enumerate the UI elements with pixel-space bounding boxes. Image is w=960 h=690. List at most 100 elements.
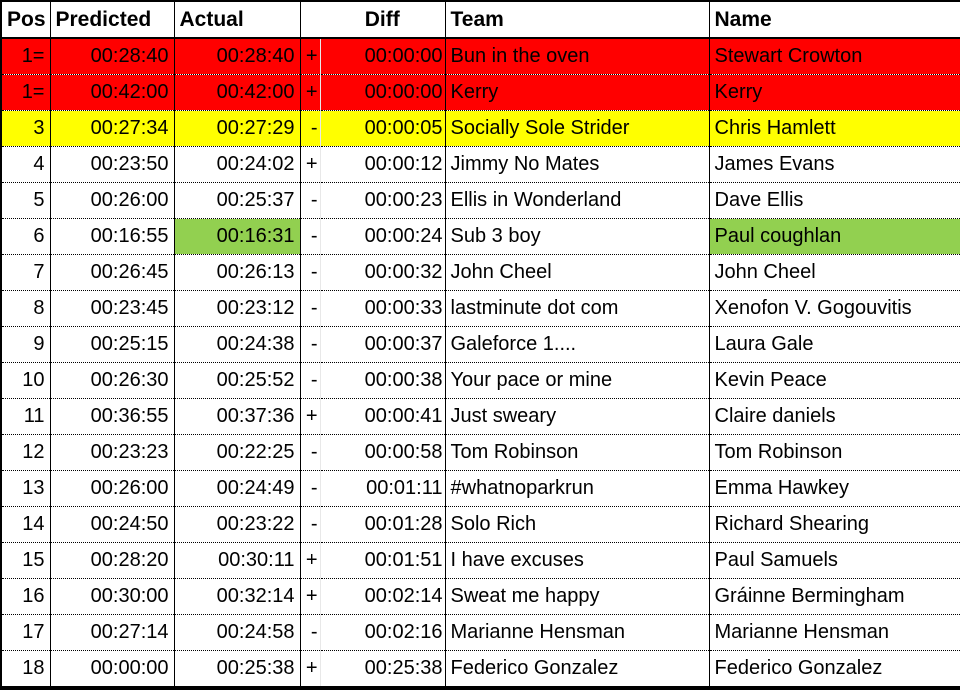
cell-diff-sign[interactable]: - [300,326,321,363]
cell-diff-sign[interactable]: - [300,218,321,255]
cell-actual[interactable]: 00:24:38 [174,326,301,363]
cell-position[interactable]: 13 [2,470,51,507]
cell-actual[interactable]: 00:30:11 [174,542,301,579]
table-row[interactable]: 5 00:26:00 00:25:37-00:00:23 Ellis in Wonde… [2,182,960,219]
table-row[interactable]: 11 00:36:55 00:37:36 +00:00:41 Just sweary Cl… [2,398,960,435]
cell-position[interactable]: 1= [2,38,51,75]
cell-name[interactable]: Stewart Crowton [709,38,960,75]
table-row[interactable]: 1= 00:42:00 00:42:00 +00:00:00 Kerry Kerry [2,74,960,111]
table-row[interactable]: 15 00:28:20 00:30:11 +00:01:51 I have excuse… [2,542,960,579]
table-row[interactable]: 12 00:23:23 00:22:25-00:00:58 Tom Robinson T… [2,434,960,471]
table-row[interactable]: 10 00:26:30 00:25:52-00:00:38 Your pace or … [2,362,960,399]
column-header-diff[interactable]: Diff [320,2,446,39]
cell-name[interactable]: Tom Robinson [709,434,960,471]
cell-predicted[interactable]: 00:23:50 [50,146,175,183]
cell-position[interactable]: 1= [2,74,51,111]
column-header-diff-sign[interactable] [300,2,320,39]
cell-name[interactable]: John Cheel [709,254,960,291]
cell-predicted[interactable]: 00:42:00 [50,74,175,111]
cell-predicted[interactable]: 00:26:00 [50,182,175,219]
cell-actual[interactable]: 00:42:00 [174,74,301,111]
cell-team[interactable]: Socially Sole Strider [445,110,710,147]
cell-diff[interactable]: 00:00:00 [320,38,446,75]
cell-diff[interactable]: 00:00:33 [320,290,446,327]
cell-actual[interactable]: 00:27:29 [174,110,301,147]
cell-diff[interactable]: 00:00:32 [320,254,446,291]
cell-diff-sign[interactable]: + [300,398,321,435]
cell-actual[interactable]: 00:37:36 [174,398,301,435]
cell-team[interactable]: Just sweary [445,398,710,435]
cell-diff-sign[interactable]: - [300,110,321,147]
cell-actual[interactable]: 00:28:40 [174,38,301,75]
cell-position[interactable]: 8 [2,290,51,327]
cell-position[interactable]: 17 [2,614,51,651]
cell-name[interactable]: Marianne Hensman [709,614,960,651]
cell-actual[interactable]: 00:24:58 [174,614,301,651]
cell-name[interactable]: Emma Hawkey [709,470,960,507]
cell-diff[interactable]: 00:01:51 [320,542,446,579]
cell-team[interactable]: Jimmy No Mates [445,146,710,183]
cell-predicted[interactable]: 00:16:55 [50,218,175,255]
cell-predicted[interactable]: 00:27:34 [50,110,175,147]
cell-name[interactable]: Paul Samuels [709,542,960,579]
cell-diff-sign[interactable]: + [300,146,321,183]
cell-predicted[interactable]: 00:23:23 [50,434,175,471]
table-row[interactable]: 14 00:24:50 00:23:22-00:01:28 Solo Rich Rich… [2,506,960,543]
cell-diff[interactable]: 00:00:05 [320,110,446,147]
cell-diff[interactable]: 00:00:37 [320,326,446,363]
cell-position[interactable]: 4 [2,146,51,183]
cell-actual[interactable]: 00:32:14 [174,578,301,615]
table-row[interactable]: 3 00:27:34 00:27:29-00:00:05 Socially Sole … [2,110,960,147]
column-header-actual[interactable]: Actual [174,2,301,39]
cell-actual[interactable]: 00:26:13 [174,254,301,291]
cell-diff-sign[interactable]: + [300,578,321,615]
cell-team[interactable]: Sweat me happy [445,578,710,615]
table-row[interactable]: 4 00:23:50 00:24:02 +00:00:12 Jimmy No Mates… [2,146,960,183]
cell-diff-sign[interactable]: - [300,362,321,399]
cell-name[interactable]: Gráinne Bermingham [709,578,960,615]
cell-position[interactable]: 3 [2,110,51,147]
cell-team[interactable]: #whatnoparkrun [445,470,710,507]
cell-team[interactable]: Solo Rich [445,506,710,543]
cell-diff[interactable]: 00:00:12 [320,146,446,183]
cell-diff[interactable]: 00:00:41 [320,398,446,435]
cell-diff-sign[interactable]: + [300,542,321,579]
cell-diff-sign[interactable]: - [300,470,321,507]
cell-team[interactable]: Sub 3 boy [445,218,710,255]
cell-predicted[interactable]: 00:36:55 [50,398,175,435]
cell-name[interactable]: Paul coughlan [709,218,960,255]
cell-diff[interactable]: 00:02:16 [320,614,446,651]
cell-diff[interactable]: 00:00:24 [320,218,446,255]
cell-team[interactable]: lastminute dot com [445,290,710,327]
cell-actual[interactable]: 00:23:22 [174,506,301,543]
cell-name[interactable]: Richard Shearing [709,506,960,543]
cell-team[interactable]: I have excuses [445,542,710,579]
cell-predicted[interactable]: 00:28:20 [50,542,175,579]
cell-predicted[interactable]: 00:28:40 [50,38,175,75]
cell-diff[interactable]: 00:00:00 [320,74,446,111]
cell-position[interactable]: 10 [2,362,51,399]
cell-team[interactable]: Kerry [445,74,710,111]
cell-team[interactable]: Galeforce 1.... [445,326,710,363]
column-header-team[interactable]: Team [445,2,710,39]
table-row[interactable]: 8 00:23:45 00:23:12-00:00:33 lastminute dot… [2,290,960,327]
cell-actual[interactable]: 00:24:49 [174,470,301,507]
cell-name[interactable]: Kerry [709,74,960,111]
cell-diff-sign[interactable]: - [300,614,321,651]
cell-predicted[interactable]: 00:26:00 [50,470,175,507]
table-row[interactable]: 7 00:26:45 00:26:13-00:00:32 John Cheel John… [2,254,960,291]
cell-actual[interactable]: 00:16:31 [174,218,301,255]
table-row[interactable]: 9 00:25:15 00:24:38-00:00:37 Galeforce 1...… [2,326,960,363]
cell-position[interactable]: 6 [2,218,51,255]
cell-predicted[interactable]: 00:26:30 [50,362,175,399]
cell-team[interactable]: Ellis in Wonderland [445,182,710,219]
cell-team[interactable]: Your pace or mine [445,362,710,399]
table-row[interactable]: 13 00:26:00 00:24:49-00:01:11 #whatnoparkru… [2,470,960,507]
table-row[interactable]: 17 00:27:14 00:24:58-00:02:16 Marianne Hens… [2,614,960,651]
cell-actual[interactable]: 00:25:37 [174,182,301,219]
cell-diff-sign[interactable]: - [300,290,321,327]
cell-name[interactable]: Kevin Peace [709,362,960,399]
cell-team[interactable]: Bun in the oven [445,38,710,75]
cell-diff[interactable]: 00:00:38 [320,362,446,399]
cell-position[interactable]: 14 [2,506,51,543]
